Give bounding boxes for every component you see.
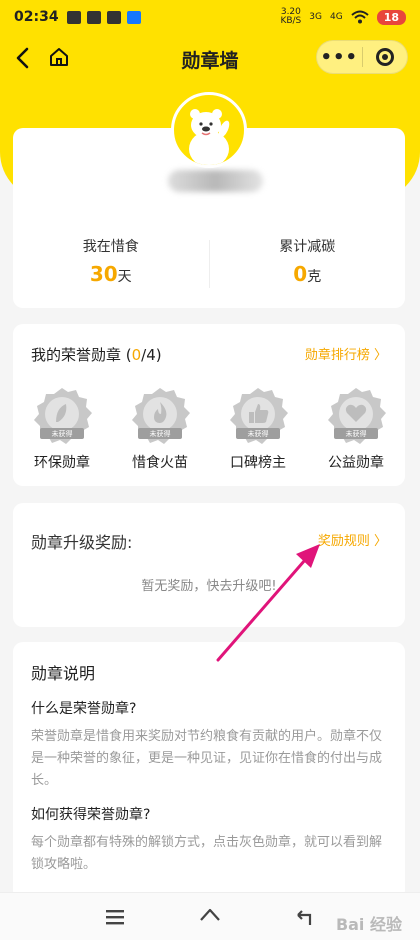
- watermark-text: Bai 经验: [335, 915, 402, 934]
- stats-row: 我在惜食 30天 累计减碳 0克: [13, 236, 405, 296]
- wifi-icon: [351, 10, 369, 24]
- badge-ranking-link[interactable]: 勋章排行榜 〉: [305, 344, 387, 363]
- svg-text:未获得: 未获得: [150, 429, 171, 438]
- close-miniprogram-button[interactable]: [362, 48, 407, 66]
- stat-carbon: 累计减碳 0克: [279, 239, 336, 286]
- badge-item[interactable]: 未获得 口碑榜主: [209, 384, 307, 472]
- answer-1: 荣誉勋章是惜食用来奖励对节约粮食有贡献的用户。勋章不仅是一种荣誉的象征，更是一种…: [31, 729, 383, 788]
- badge-item[interactable]: 未获得 公益勋章: [307, 384, 405, 472]
- description-title: 勋章说明: [31, 664, 96, 683]
- badges-card: 我的荣誉勋章 (0/4) 勋章排行榜 〉 未获得 环保勋章 未获得 惜食火苗 未…: [13, 324, 405, 486]
- heart-hand-icon: 未获得: [328, 388, 386, 444]
- avatar[interactable]: [171, 92, 247, 168]
- miniprogram-capsule: •••: [316, 40, 408, 74]
- flame-icon: 未获得: [132, 388, 190, 444]
- reward-title: 勋章升级奖励:: [31, 533, 133, 552]
- status-bar: 02:34 3.20 KB/S 3G 4G 18: [0, 0, 420, 34]
- reward-card: 勋章升级奖励: 奖励规则 〉 暂无奖励，快去升级吧!: [13, 503, 405, 627]
- stat-days: 我在惜食 30天: [82, 239, 139, 286]
- sync-icon: [106, 10, 121, 24]
- question-2: 如何获得荣誉勋章?: [31, 807, 151, 823]
- system-nav-bar: Bai 经验: [0, 892, 420, 940]
- home-nav-icon[interactable]: [198, 905, 222, 929]
- signal-3g: 3G: [309, 11, 322, 22]
- badge-item[interactable]: 未获得 惜食火苗: [111, 384, 209, 472]
- more-button[interactable]: •••: [317, 47, 362, 68]
- reward-empty-text: 暂无奖励，快去升级吧!: [141, 579, 277, 594]
- svg-text:未获得: 未获得: [346, 429, 367, 438]
- svg-text:未获得: 未获得: [248, 429, 269, 438]
- status-time: 02:34: [14, 9, 59, 25]
- description-card: 勋章说明 什么是荣誉勋章? 荣誉勋章是惜食用来奖励对节约粮食有贡献的用户。勋章不…: [13, 642, 405, 900]
- back-nav-icon[interactable]: [292, 905, 316, 929]
- thumbs-up-icon: 未获得: [230, 388, 288, 444]
- badges-title: 我的荣誉勋章 (0/4): [31, 346, 162, 364]
- svg-text:未获得: 未获得: [52, 429, 73, 438]
- signal-4g: 4G: [329, 11, 343, 22]
- nav-bar: 勋章墙 •••: [0, 38, 420, 78]
- network-speed: 3.20 KB/S: [280, 7, 302, 26]
- bear-mascot-icon: [189, 109, 230, 165]
- target-icon: [375, 48, 394, 66]
- menu-icon[interactable]: [103, 905, 127, 929]
- answer-2: 每个勋章都有特殊的解锁方式，点击灰色勋章，就可以看到解锁攻略啦。: [31, 835, 383, 872]
- battery-badge: 18: [376, 9, 406, 25]
- notification-icon: [66, 10, 81, 24]
- username-blurred: [168, 170, 263, 192]
- leaf-icon: 未获得: [34, 388, 92, 444]
- reward-rules-link[interactable]: 奖励规则 〉: [318, 530, 387, 549]
- translate-icon: [126, 10, 141, 24]
- badges-list: 未获得 环保勋章 未获得 惜食火苗 未获得 口碑榜主 未获得 公益勋章: [13, 384, 405, 472]
- question-1: 什么是荣誉勋章?: [31, 701, 137, 717]
- badge-item[interactable]: 未获得 环保勋章: [13, 384, 111, 472]
- sim-icon: [86, 10, 101, 24]
